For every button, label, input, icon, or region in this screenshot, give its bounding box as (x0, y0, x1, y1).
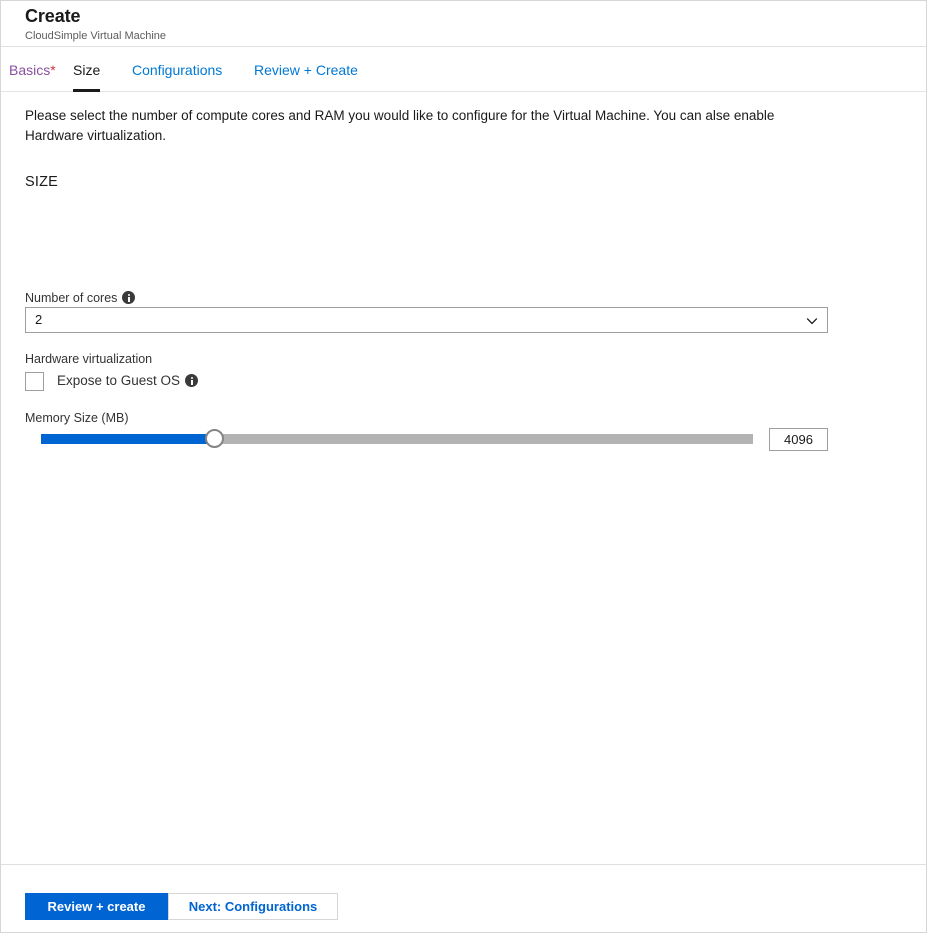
tab-size[interactable]: Size (73, 62, 101, 92)
expose-to-guest-os-label: Expose to Guest OS (57, 373, 199, 388)
number-of-cores-label: Number of cores (25, 291, 136, 305)
create-vm-blade: Create CloudSimple Virtual Machine Basic… (0, 0, 927, 933)
blade-footer: Review + create Next: Configurations (1, 864, 926, 932)
tab-bar: Basics* Size Configurations Review + Cre… (1, 48, 926, 92)
slider-fill (41, 434, 215, 444)
number-of-cores-select[interactable]: 2 (25, 307, 828, 333)
number-of-cores-label-text: Number of cores (25, 291, 118, 305)
tab-review-create[interactable]: Review + Create (254, 62, 358, 89)
intro-text: Please select the number of compute core… (25, 108, 775, 143)
blade-header: Create CloudSimple Virtual Machine (1, 1, 926, 47)
page-subtitle: CloudSimple Virtual Machine (25, 30, 167, 42)
section-title-size: SIZE (25, 174, 59, 190)
tab-basics-label: Basics (9, 62, 51, 78)
tab-configurations[interactable]: Configurations (132, 62, 222, 89)
blade-content: Please select the number of compute core… (1, 92, 926, 863)
slider-thumb[interactable] (205, 429, 225, 448)
hardware-virtualization-label: Hardware virtualization (25, 352, 153, 366)
expose-to-guest-os-label-text: Expose to Guest OS (57, 373, 181, 388)
memory-size-slider[interactable] (41, 429, 753, 448)
tab-review-create-label: Review + Create (254, 62, 358, 78)
tab-size-label: Size (73, 62, 101, 78)
tab-basics[interactable]: Basics* (9, 62, 56, 89)
number-of-cores-value: 2 (35, 312, 43, 327)
info-icon[interactable] (185, 374, 199, 387)
tab-basics-required-marker: * (50, 62, 56, 78)
memory-size-value[interactable]: 4096 (769, 428, 828, 451)
tab-configurations-label: Configurations (132, 62, 223, 78)
page-title: Create (25, 6, 81, 26)
expose-to-guest-os-checkbox[interactable] (25, 372, 44, 391)
memory-size-label: Memory Size (MB) (25, 411, 129, 425)
review-create-button[interactable]: Review + create (25, 893, 168, 920)
chevron-down-icon (806, 318, 818, 325)
info-icon[interactable] (122, 291, 136, 304)
next-configurations-button[interactable]: Next: Configurations (168, 893, 338, 920)
